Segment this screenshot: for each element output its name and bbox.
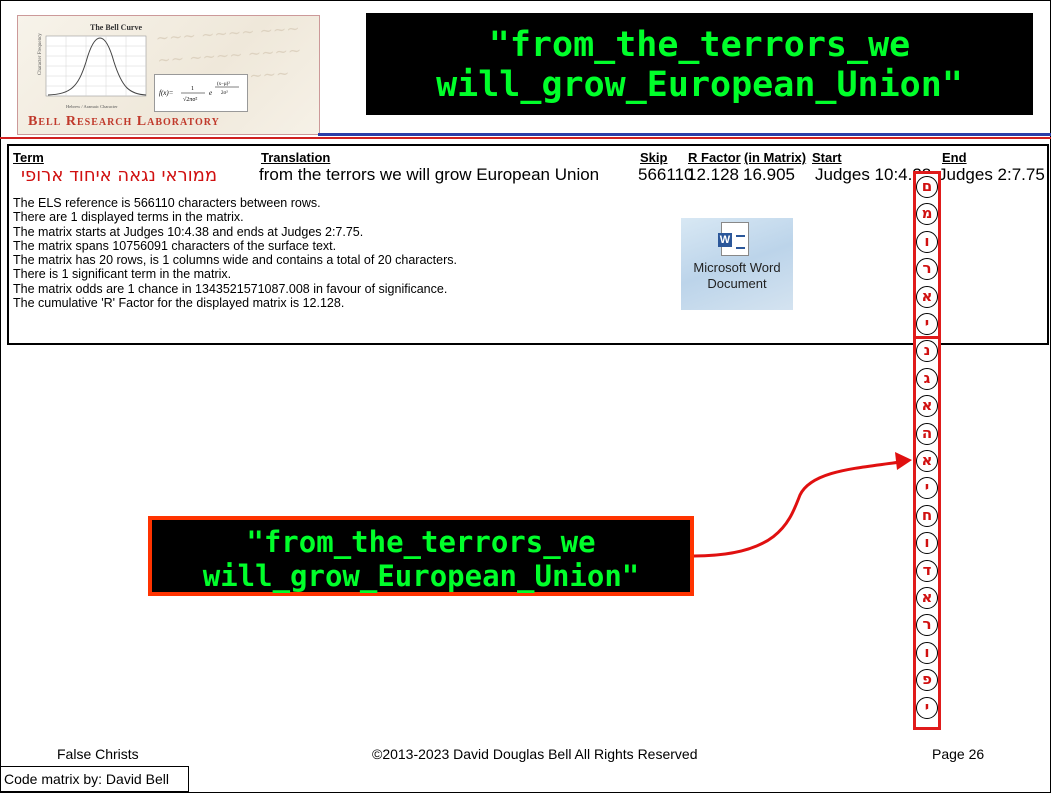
callout-arrow <box>693 452 912 558</box>
callout-text: "from_the_terrors_we will_grow_European_… <box>202 525 640 593</box>
footer-credit: Code matrix by: David Bell <box>0 766 189 792</box>
footer-copyright: ©2013-2023 David Douglas Bell All Rights… <box>372 746 698 762</box>
footer-topic: False Christs <box>57 746 139 762</box>
callout-box: "from_the_terrors_we will_grow_European_… <box>148 516 694 596</box>
footer-page-number: Page 26 <box>932 746 985 762</box>
